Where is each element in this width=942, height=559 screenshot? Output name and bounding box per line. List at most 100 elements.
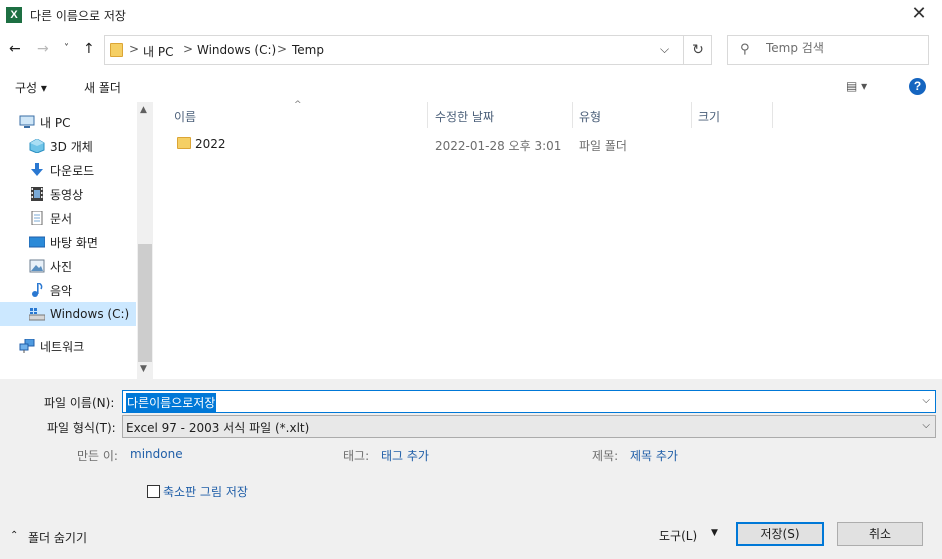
- file-name: 2022: [195, 137, 226, 151]
- sidebar-item-3d-objects[interactable]: 3D 개체: [0, 134, 136, 158]
- sidebar-item-label: 음악: [50, 283, 73, 298]
- tags-label: 태그:: [343, 449, 370, 463]
- sidebar-item-windows-drive[interactable]: Windows (C:): [0, 302, 136, 326]
- chevron-down-icon[interactable]: ⌵: [922, 395, 930, 406]
- window-title: 다른 이름으로 저장: [30, 9, 126, 23]
- view-options-icon[interactable]: ▤ ▾: [846, 79, 867, 93]
- music-icon: [29, 282, 45, 297]
- sidebar-item-label: 3D 개체: [50, 139, 93, 154]
- close-button[interactable]: ✕: [896, 0, 942, 30]
- filename-value[interactable]: 다른이름으로저장: [126, 393, 217, 412]
- sort-ascending-icon: ^: [294, 100, 302, 110]
- author-label: 만든 이:: [77, 449, 118, 463]
- sidebar-item-label: 내 PC: [40, 115, 71, 130]
- desktop-icon: [28, 235, 46, 249]
- help-icon[interactable]: ?: [909, 78, 926, 95]
- save-thumbnail-label[interactable]: 축소판 그림 저장: [163, 483, 248, 500]
- breadcrumb-temp[interactable]: Temp: [292, 43, 324, 57]
- document-icon: [29, 210, 45, 226]
- chevron-up-icon[interactable]: ⌃: [10, 530, 18, 541]
- refresh-button[interactable]: ↻: [683, 36, 712, 64]
- search-box[interactable]: ⚲: [727, 35, 929, 65]
- chevron-down-icon[interactable]: ⌵: [922, 420, 930, 431]
- breadcrumb-separator[interactable]: >: [277, 42, 287, 56]
- sidebar-item-label: 네트워크: [40, 339, 85, 354]
- search-icon: ⚲: [740, 42, 750, 57]
- sidebar-item-label: 다운로드: [50, 163, 95, 178]
- breadcrumb-drive[interactable]: Windows (C:): [197, 43, 276, 57]
- filetype-label: 파일 형식(T):: [47, 421, 116, 435]
- tools-menu[interactable]: 도구(L): [659, 527, 697, 544]
- new-folder-button[interactable]: 새 폴더: [84, 79, 121, 96]
- breadcrumb-separator[interactable]: >: [183, 42, 193, 56]
- sidebar-item-documents[interactable]: 문서: [0, 206, 136, 230]
- column-header-size[interactable]: 크기: [692, 102, 773, 128]
- scrollbar-thumb[interactable]: [138, 244, 152, 362]
- column-header-label: 크기: [698, 110, 721, 124]
- title-bar: X 다른 이름으로 저장 ✕: [0, 0, 942, 30]
- column-header-label: 이름: [174, 110, 197, 124]
- breadcrumb-this-pc[interactable]: 내 PC: [143, 43, 173, 60]
- sidebar-item-pictures[interactable]: 사진: [0, 254, 136, 278]
- file-list: ^ 이름 수정한 날짜 유형 크기 2022 2022-01-28 오후 3:0…: [155, 100, 942, 379]
- save-thumbnail-checkbox[interactable]: [147, 485, 160, 498]
- column-header-name[interactable]: ^ 이름: [155, 100, 428, 128]
- filetype-select[interactable]: Excel 97 - 2003 서식 파일 (*.xlt) ⌵: [122, 415, 936, 438]
- sidebar-item-label: 동영상: [50, 187, 84, 202]
- sidebar-item-desktop[interactable]: 바탕 화면: [0, 230, 136, 254]
- file-row[interactable]: 2022 2022-01-28 오후 3:01 파일 폴더: [155, 132, 942, 156]
- address-bar[interactable]: > 내 PC > Windows (C:) > Temp ⌵ ↻: [104, 35, 712, 65]
- file-modified: 2022-01-28 오후 3:01: [435, 139, 562, 153]
- recent-locations-button[interactable]: ˅: [64, 43, 69, 54]
- navigation-row: ← → ˅ ↑ > 내 PC > Windows (C:) > Temp ⌵ ↻…: [0, 30, 942, 70]
- scroll-up-icon[interactable]: ▲: [140, 105, 147, 115]
- scroll-down-icon[interactable]: ▼: [140, 364, 147, 374]
- subject-value[interactable]: 제목 추가: [630, 447, 678, 464]
- sidebar-item-videos[interactable]: 동영상: [0, 182, 136, 206]
- tags-value[interactable]: 태그 추가: [381, 447, 429, 464]
- pc-icon: [19, 115, 35, 129]
- address-dropdown-icon[interactable]: ⌵: [660, 42, 669, 57]
- pictures-icon: [29, 259, 45, 273]
- hide-folders-button[interactable]: 폴더 숨기기: [28, 529, 87, 546]
- file-type: 파일 폴더: [579, 139, 627, 153]
- up-button[interactable]: ↑: [83, 41, 95, 57]
- author-value[interactable]: mindone: [130, 447, 183, 461]
- organize-menu[interactable]: 구성 ▾: [15, 79, 47, 96]
- excel-app-icon: X: [6, 7, 22, 23]
- 3d-objects-icon: [29, 138, 45, 154]
- tools-dropdown-icon[interactable]: ▼: [711, 528, 718, 538]
- folder-icon: [110, 43, 123, 57]
- sidebar-item-label: 사진: [50, 259, 73, 274]
- folder-icon: [177, 137, 191, 149]
- filetype-value: Excel 97 - 2003 서식 파일 (*.xlt): [126, 421, 310, 435]
- column-header-label: 수정한 날짜: [435, 110, 495, 124]
- column-header-label: 유형: [579, 110, 602, 124]
- sidebar-item-label: Windows (C:): [50, 307, 130, 321]
- breadcrumb-separator[interactable]: >: [129, 42, 139, 56]
- sidebar-item-label: 문서: [50, 211, 73, 226]
- download-icon: [29, 163, 45, 177]
- save-button[interactable]: 저장(S): [736, 522, 824, 546]
- sidebar-item-network[interactable]: 네트워크: [0, 334, 136, 358]
- column-header-modified[interactable]: 수정한 날짜: [428, 102, 573, 128]
- filename-field[interactable]: 다른이름으로저장 ⌵: [122, 390, 936, 413]
- filename-label: 파일 이름(N):: [44, 396, 115, 410]
- back-button[interactable]: ←: [9, 41, 21, 57]
- sidebar-item-this-pc[interactable]: 내 PC: [0, 110, 136, 134]
- save-options-panel: 파일 이름(N): 다른이름으로저장 ⌵ 파일 형식(T): Excel 97 …: [0, 379, 942, 559]
- network-icon: [19, 338, 35, 353]
- forward-button[interactable]: →: [37, 41, 49, 57]
- subject-label: 제목:: [592, 449, 619, 463]
- sidebar-item-downloads[interactable]: 다운로드: [0, 158, 136, 182]
- sidebar-item-music[interactable]: 음악: [0, 278, 136, 302]
- column-header-type[interactable]: 유형: [573, 102, 692, 128]
- search-input[interactable]: [766, 41, 916, 55]
- navigation-pane: 내 PC 3D 개체 다운로드 동영상 문서 바탕 화면 사진 음악 Windo…: [0, 102, 153, 379]
- sidebar-item-label: 바탕 화면: [50, 235, 98, 250]
- drive-icon: [28, 307, 46, 321]
- nav-pane-scrollbar[interactable]: ▲ ▼: [137, 102, 153, 379]
- command-toolbar: 구성 ▾ 새 폴더 ▤ ▾ ?: [0, 70, 942, 102]
- cancel-button[interactable]: 취소: [837, 522, 923, 546]
- video-icon: [29, 187, 45, 201]
